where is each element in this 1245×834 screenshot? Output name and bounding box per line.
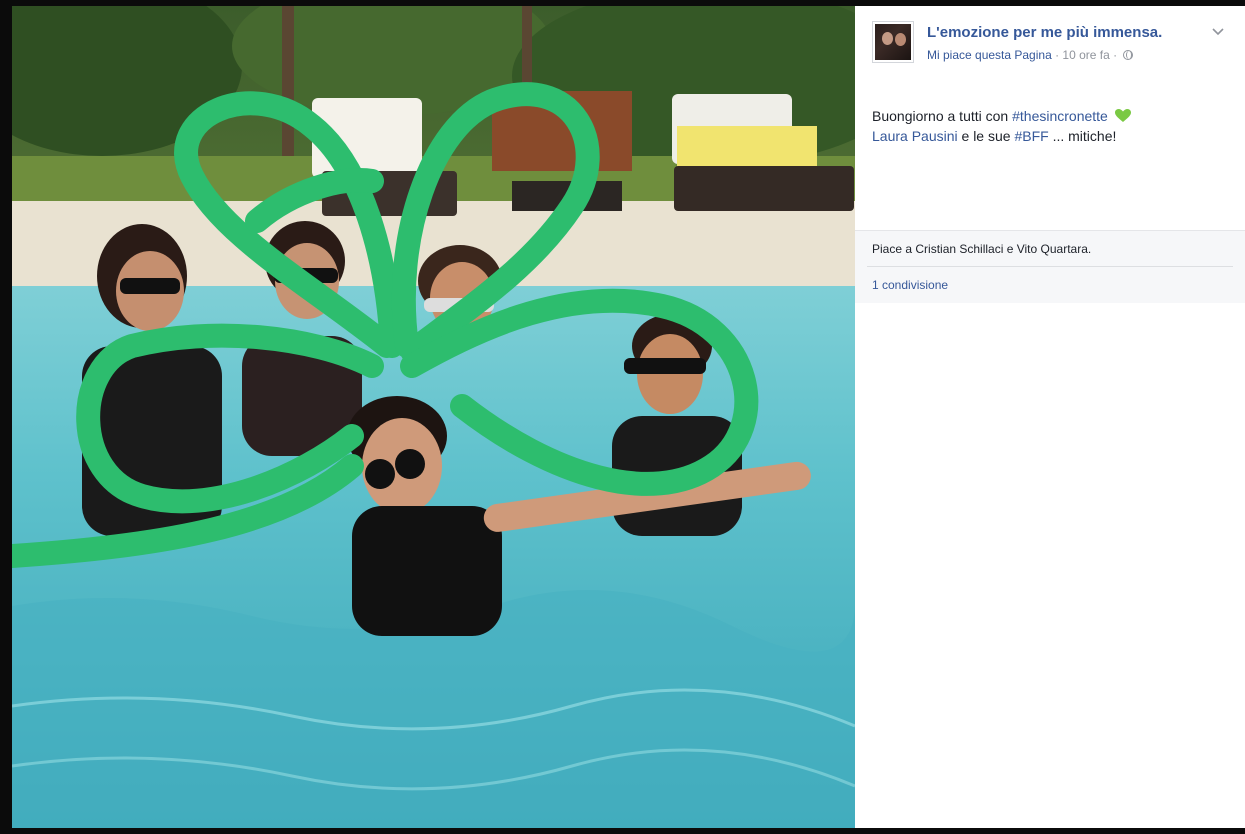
meta-separator: · xyxy=(1051,48,1063,62)
page-name-link[interactable]: L'emozione per me più immensa. xyxy=(927,24,1162,41)
meta-separator-2: · xyxy=(1109,48,1121,62)
message-greeting: Buongiorno a tutti con xyxy=(872,108,1013,124)
hashtag-bff[interactable]: #BFF xyxy=(1014,128,1048,144)
post-photo[interactable] xyxy=(12,6,855,828)
pool-photo-image xyxy=(12,6,855,828)
like-page-link[interactable]: Mi piace questa Pagina xyxy=(927,48,1052,62)
message-ending: ... mitiche! xyxy=(1048,128,1117,144)
avatar[interactable] xyxy=(872,21,914,63)
chevron-down-icon[interactable] xyxy=(1211,25,1225,39)
likes-divider xyxy=(867,266,1233,267)
globe-icon[interactable] xyxy=(1123,50,1134,60)
post-message: Buongiorno a tutti con #thesincronette L… xyxy=(872,106,1230,146)
reactions-box: Piace a Cristian Schillaci e Vito Quarta… xyxy=(855,230,1245,303)
likes-summary[interactable]: Piace a Cristian Schillaci e Vito Quarta… xyxy=(872,242,1091,256)
shares-link[interactable]: 1 condivisione xyxy=(872,278,948,292)
post-meta: Mi piace questa Pagina · 10 ore fa · xyxy=(927,48,1134,62)
mention-laura-pausini[interactable]: Laura Pausini xyxy=(872,128,958,144)
photo-viewer: L'emozione per me più immensa. Mi piace … xyxy=(12,6,1245,828)
post-sidebar: L'emozione per me più immensa. Mi piace … xyxy=(855,6,1245,828)
post-timestamp[interactable]: 10 ore fa xyxy=(1062,48,1109,62)
hashtag-thesincronette[interactable]: #thesincronette xyxy=(1012,108,1108,124)
post-header: L'emozione per me più immensa. Mi piace … xyxy=(872,21,1233,71)
avatar-image xyxy=(875,24,911,60)
message-middle: e le sue xyxy=(957,128,1015,144)
green-heart-icon xyxy=(1114,109,1131,122)
